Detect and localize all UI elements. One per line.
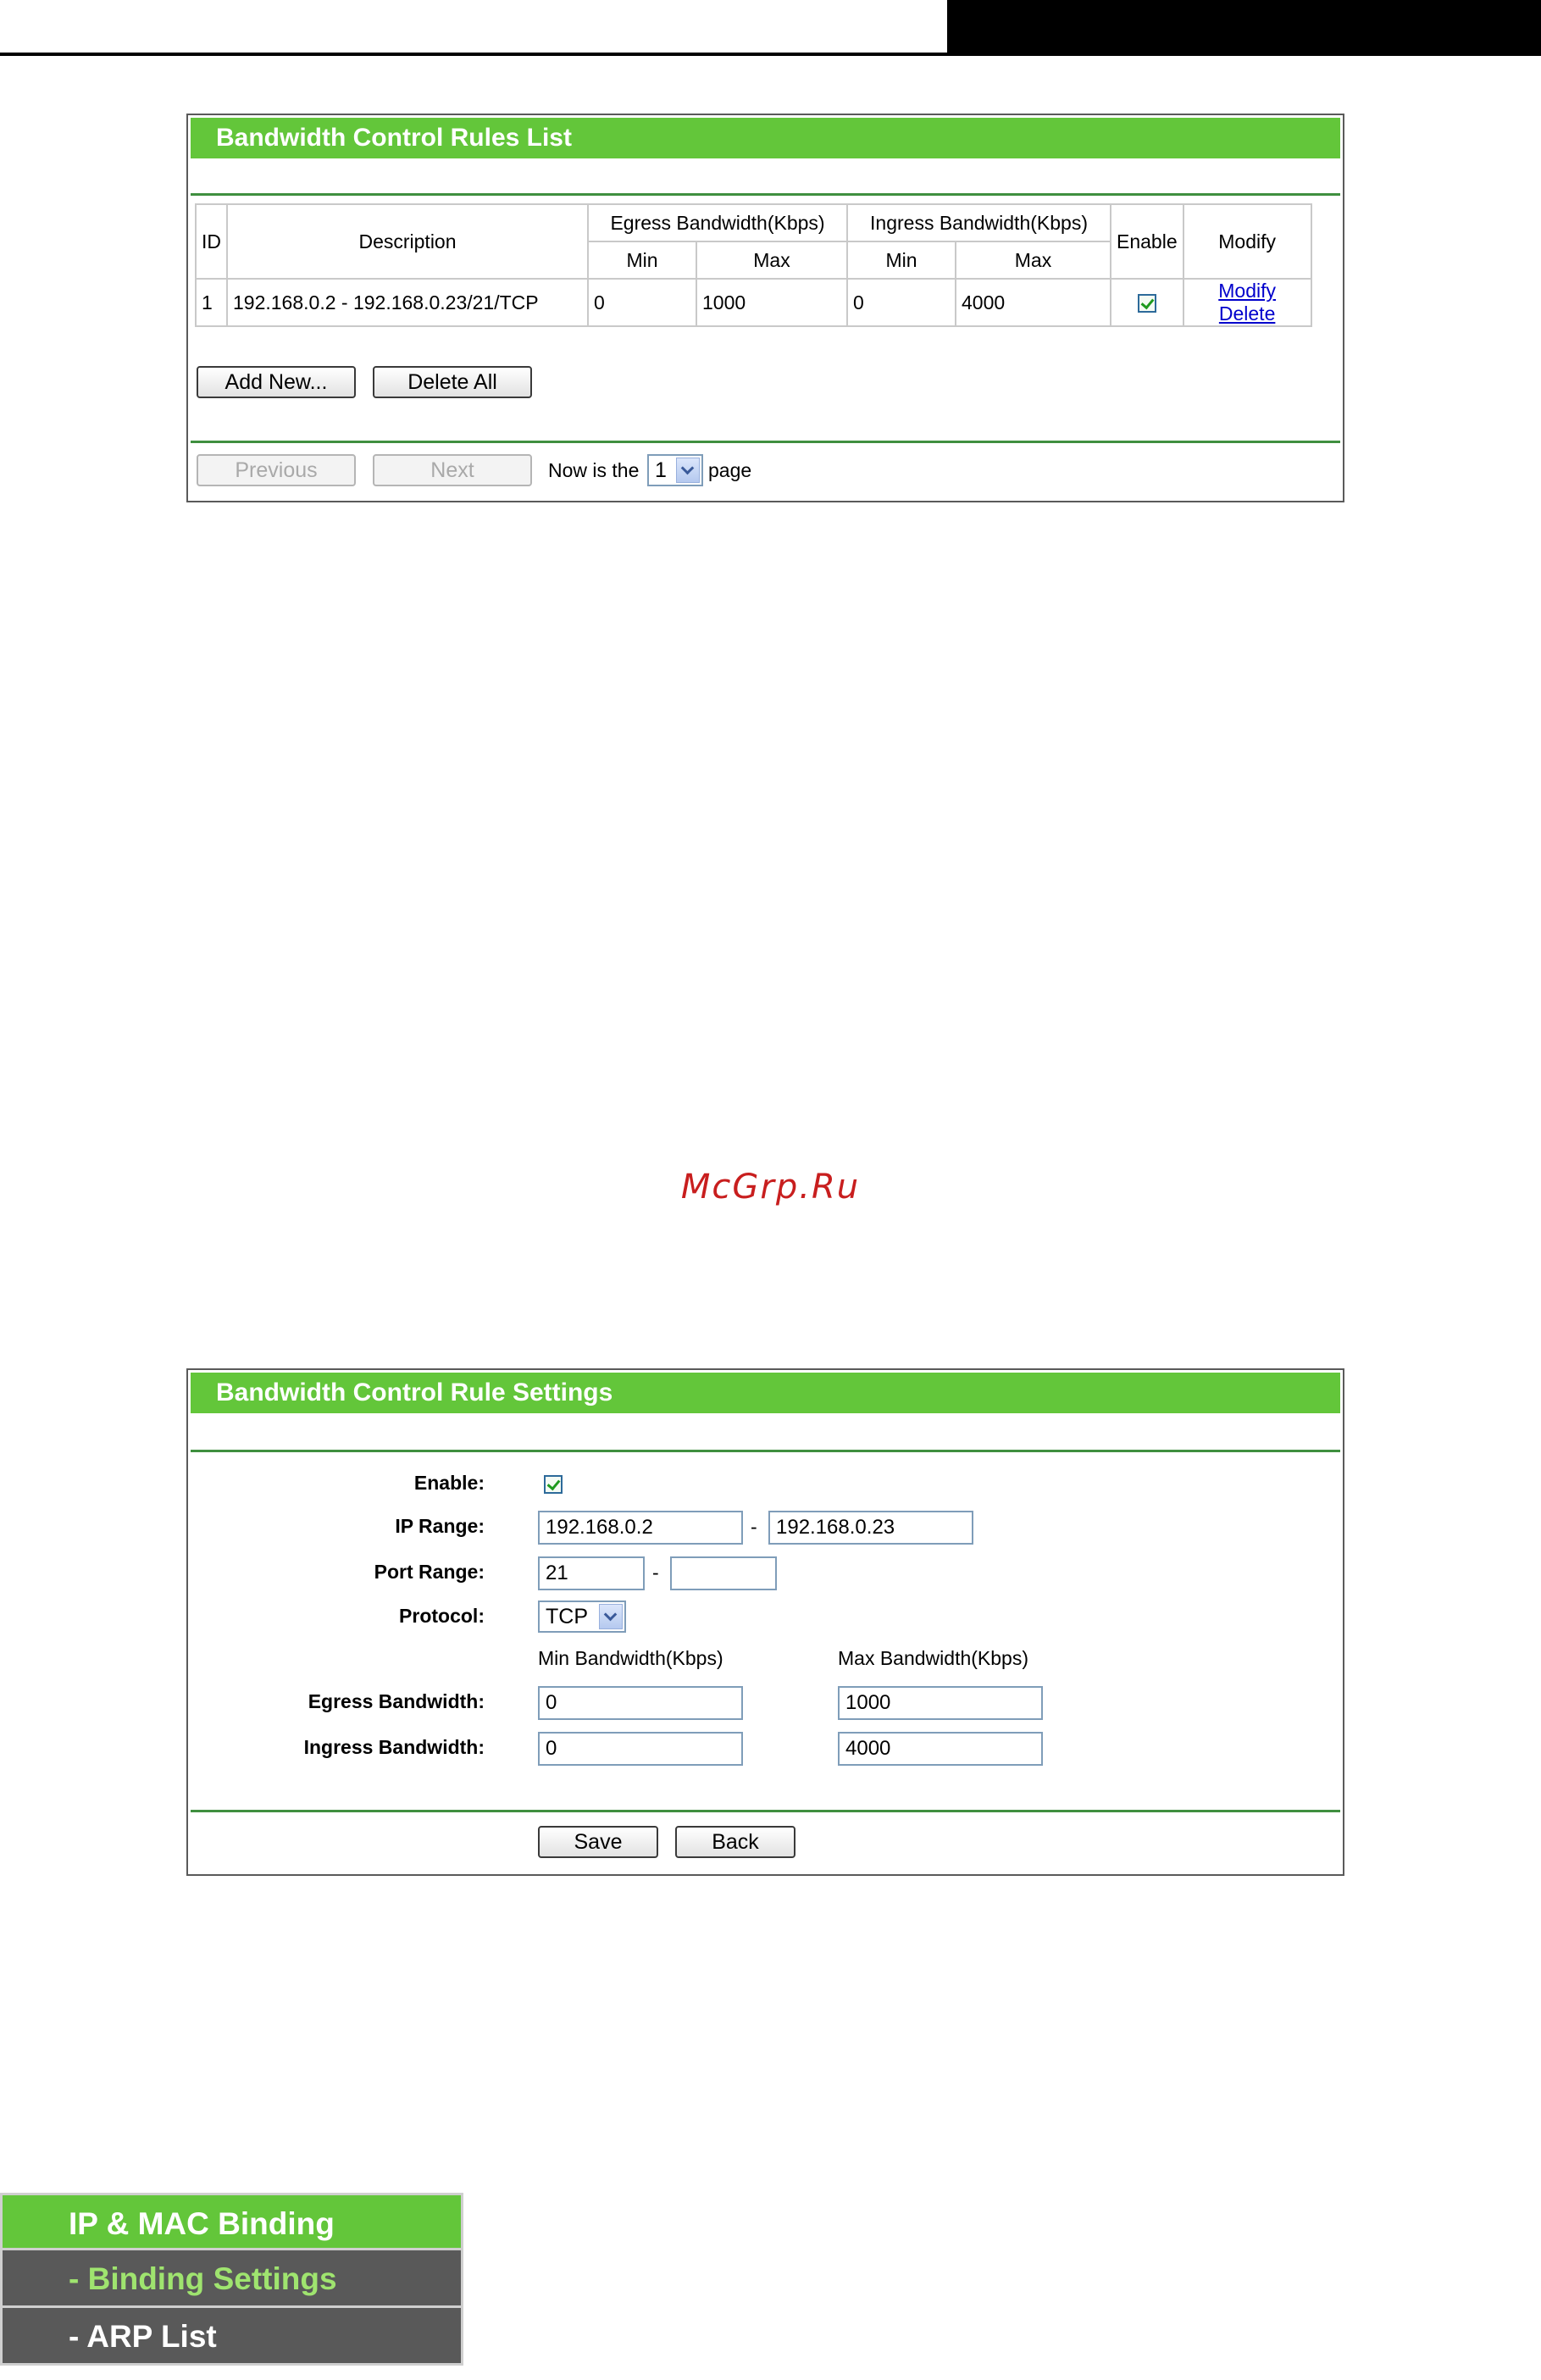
max-bandwidth-header: Max Bandwidth(Kbps) <box>838 1647 1028 1669</box>
header-black-block <box>947 0 1541 56</box>
delete-all-button[interactable]: Delete All <box>373 366 532 398</box>
next-button[interactable]: Next <box>373 454 532 486</box>
menu-item-ip-mac-binding[interactable]: IP & MAC Binding <box>0 2193 463 2250</box>
delete-link[interactable]: Delete <box>1219 302 1275 325</box>
ingress-max-input[interactable]: 4000 <box>838 1732 1043 1766</box>
side-menu: IP & MAC Binding - Binding Settings - AR… <box>0 2193 463 2366</box>
ip-range-label: IP Range: <box>395 1515 485 1537</box>
header-rule <box>0 53 1541 56</box>
page-select-value: 1 <box>655 458 667 482</box>
ip-start-input[interactable]: 192.168.0.2 <box>538 1511 743 1545</box>
rule-settings-title: Bandwidth Control Rule Settings <box>191 1373 1340 1413</box>
cell-id: 1 <box>195 278 228 327</box>
chevron-down-icon <box>599 1604 623 1629</box>
ingress-bandwidth-label: Ingress Bandwidth: <box>303 1736 485 1758</box>
port-range-dash: - <box>652 1562 659 1584</box>
divider <box>191 1450 1340 1452</box>
menu-item-arp-list[interactable]: - ARP List <box>0 2308 463 2366</box>
previous-button[interactable]: Previous <box>197 454 356 486</box>
col-header-egress-min: Min <box>587 241 697 280</box>
cell-enable <box>1110 278 1184 327</box>
port-range-label: Port Range: <box>374 1561 485 1583</box>
cell-ingress-min: 0 <box>846 278 956 327</box>
egress-max-input[interactable]: 1000 <box>838 1686 1043 1720</box>
cell-ingress-max: 4000 <box>955 278 1111 327</box>
add-new-button[interactable]: Add New... <box>197 366 356 398</box>
rule-enable-checkbox[interactable] <box>544 1475 563 1494</box>
col-header-modify: Modify <box>1182 203 1312 280</box>
modify-link[interactable]: Modify <box>1218 280 1276 302</box>
min-bandwidth-header: Min Bandwidth(Kbps) <box>538 1647 723 1669</box>
cell-egress-min: 0 <box>587 278 697 327</box>
protocol-select[interactable]: TCP <box>538 1601 626 1633</box>
enable-label: Enable: <box>413 1472 485 1494</box>
ingress-min-input[interactable]: 0 <box>538 1732 743 1766</box>
col-header-description: Description <box>226 203 589 280</box>
col-header-ingress-max: Max <box>955 241 1111 280</box>
col-header-egress: Egress Bandwidth(Kbps) <box>587 203 848 242</box>
egress-min-input[interactable]: 0 <box>538 1686 743 1720</box>
divider <box>191 193 1340 196</box>
rules-table: ID Description Egress Bandwidth(Kbps) In… <box>195 203 1312 327</box>
col-header-egress-max: Max <box>696 241 848 280</box>
cell-egress-max: 1000 <box>696 278 848 327</box>
rule-settings-panel: Bandwidth Control Rule Settings Enable: … <box>186 1368 1344 1876</box>
page-prefix-text: Now is the <box>548 459 640 481</box>
cell-modify: Modify Delete <box>1182 278 1312 327</box>
rules-list-panel: Bandwidth Control Rules List ID Descript… <box>186 114 1344 502</box>
ip-end-input[interactable]: 192.168.0.23 <box>768 1511 973 1545</box>
egress-bandwidth-label: Egress Bandwidth: <box>308 1690 485 1712</box>
menu-item-binding-settings[interactable]: - Binding Settings <box>0 2250 463 2308</box>
enable-checkbox[interactable] <box>1137 294 1156 313</box>
cell-description: 192.168.0.2 - 192.168.0.23/21/TCP <box>226 278 589 327</box>
ip-range-dash: - <box>751 1516 757 1538</box>
divider <box>191 1810 1340 1812</box>
page-select[interactable]: 1 <box>647 454 703 486</box>
divider <box>191 441 1340 443</box>
rules-list-title: Bandwidth Control Rules List <box>191 118 1340 158</box>
protocol-label: Protocol: <box>399 1605 485 1627</box>
col-header-id: ID <box>195 203 228 280</box>
port-start-input[interactable]: 21 <box>538 1556 645 1590</box>
port-end-input[interactable] <box>670 1556 777 1590</box>
page-suffix-text: page <box>708 459 752 481</box>
col-header-ingress: Ingress Bandwidth(Kbps) <box>846 203 1111 242</box>
col-header-ingress-min: Min <box>846 241 956 280</box>
back-button[interactable]: Back <box>675 1826 795 1858</box>
save-button[interactable]: Save <box>538 1826 658 1858</box>
protocol-select-value: TCP <box>546 1605 588 1628</box>
col-header-enable: Enable <box>1110 203 1184 280</box>
watermark-text: McGrp.Ru <box>680 1168 861 1207</box>
table-row: 1 192.168.0.2 - 192.168.0.23/21/TCP 0 10… <box>195 278 1312 327</box>
chevron-down-icon <box>676 458 700 483</box>
